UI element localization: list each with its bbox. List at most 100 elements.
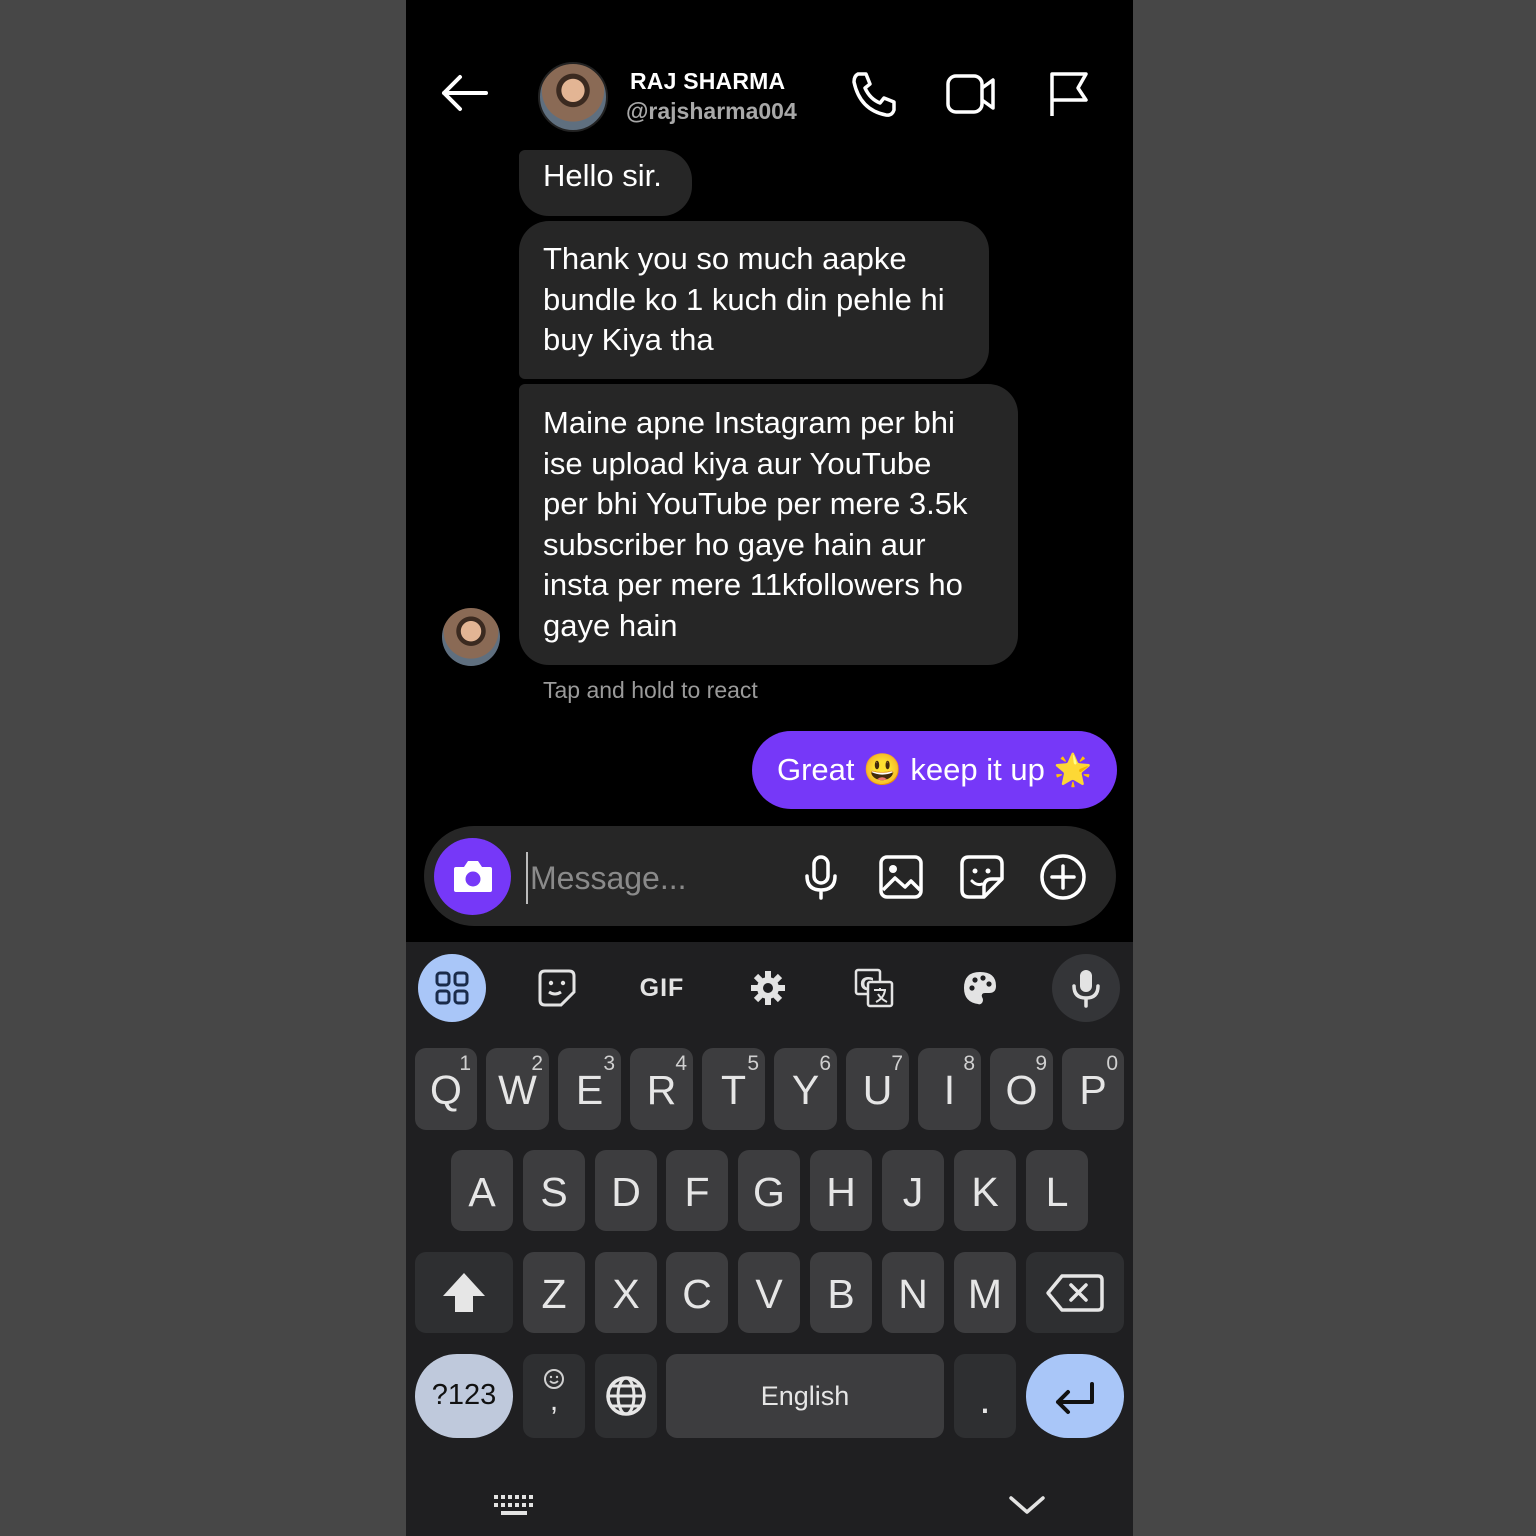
sticker-icon[interactable] — [957, 852, 1007, 902]
period-key[interactable]: . — [954, 1354, 1016, 1438]
video-camera-icon[interactable] — [943, 66, 999, 122]
key-r[interactable]: R4 — [630, 1048, 693, 1130]
globe-icon — [606, 1376, 646, 1416]
camera-button[interactable] — [434, 838, 511, 915]
key-letter: C — [682, 1271, 712, 1317]
key-letter: K — [971, 1169, 999, 1215]
key-u[interactable]: U7 — [846, 1048, 909, 1130]
key-p[interactable]: P0 — [1062, 1048, 1124, 1130]
keyboard: GIF G Q1 W2 E3 R4 T5 Y6 U7 I8 O9 P0 A S … — [406, 942, 1133, 1536]
key-n[interactable]: N — [882, 1252, 944, 1333]
key-letter: Z — [541, 1271, 567, 1317]
key-g[interactable]: G — [738, 1150, 800, 1231]
smiley-emoji: 😃 — [863, 752, 902, 787]
key-w[interactable]: W2 — [486, 1048, 549, 1130]
message-line: gaye hain — [543, 607, 678, 643]
voice-input-icon[interactable] — [1052, 954, 1120, 1022]
enter-arrow-icon — [1056, 1382, 1094, 1414]
settings-gear-icon[interactable] — [734, 954, 802, 1022]
enter-key[interactable] — [1026, 1354, 1124, 1438]
key-letter: G — [753, 1169, 785, 1215]
key-t[interactable]: T5 — [702, 1048, 765, 1130]
react-hint: Tap and hold to react — [543, 677, 758, 703]
key-k[interactable]: K — [954, 1150, 1016, 1231]
key-q[interactable]: Q1 — [415, 1048, 477, 1130]
key-v[interactable]: V — [738, 1252, 800, 1333]
key-e[interactable]: E3 — [558, 1048, 621, 1130]
comma-emoji-key[interactable]: , — [523, 1354, 585, 1438]
camera-icon — [454, 861, 492, 892]
message-line: Maine apne Instagram per bhi — [543, 405, 955, 440]
plus-circle-icon[interactable] — [1038, 852, 1088, 902]
key-number-hint: 5 — [747, 1052, 759, 1075]
emoji-sticker-icon[interactable] — [523, 954, 591, 1022]
shift-key[interactable] — [415, 1252, 513, 1333]
sent-text: Great — [777, 752, 855, 787]
message-line: insta per mere 11kfollowers ho — [543, 567, 963, 602]
key-number-hint: 9 — [1035, 1052, 1047, 1075]
key-j[interactable]: J — [882, 1150, 944, 1231]
gallery-icon[interactable] — [876, 852, 926, 902]
key-letter: B — [827, 1271, 855, 1317]
apps-grid-icon[interactable] — [418, 954, 486, 1022]
key-f[interactable]: F — [666, 1150, 728, 1231]
keyboard-switch-icon[interactable] — [492, 1492, 536, 1520]
key-c[interactable]: C — [666, 1252, 728, 1333]
backspace-key[interactable] — [1026, 1252, 1124, 1333]
back-arrow-icon[interactable] — [436, 70, 492, 116]
key-l[interactable]: L — [1026, 1150, 1088, 1231]
microphone-icon[interactable] — [796, 852, 846, 902]
contact-avatar[interactable] — [538, 62, 608, 132]
key-letter: X — [612, 1271, 640, 1317]
key-o[interactable]: O9 — [990, 1048, 1053, 1130]
gif-button[interactable]: GIF — [628, 954, 696, 1022]
key-letter: A — [468, 1169, 496, 1215]
phone-icon[interactable] — [846, 66, 902, 122]
theme-palette-icon[interactable] — [946, 954, 1014, 1022]
key-number-hint: 1 — [459, 1052, 471, 1075]
key-a[interactable]: A — [451, 1150, 513, 1231]
period-label: . — [979, 1376, 991, 1422]
key-letter: S — [540, 1169, 568, 1215]
symbols-label: ?123 — [431, 1379, 497, 1411]
keyboard-bottom-bar — [406, 1470, 1133, 1536]
hide-keyboard-chevron-icon[interactable] — [1006, 1490, 1048, 1520]
key-s[interactable]: S — [523, 1150, 585, 1231]
message-input[interactable] — [526, 852, 782, 904]
key-x[interactable]: X — [595, 1252, 657, 1333]
flag-icon[interactable] — [1040, 66, 1096, 122]
key-letter: M — [967, 1271, 1003, 1317]
sender-avatar[interactable] — [442, 608, 500, 666]
key-y[interactable]: Y6 — [774, 1048, 837, 1130]
key-number-hint: 2 — [531, 1052, 543, 1075]
sent-message[interactable]: Great 😃 keep it up 🌟 — [752, 731, 1117, 809]
language-globe-key[interactable] — [595, 1354, 657, 1438]
symbols-key[interactable]: ?123 — [415, 1354, 513, 1438]
key-d[interactable]: D — [595, 1150, 657, 1231]
key-i[interactable]: I8 — [918, 1048, 981, 1130]
contact-name[interactable]: RAJ SHARMA — [630, 68, 785, 95]
key-letter: L — [1045, 1169, 1069, 1215]
key-b[interactable]: B — [810, 1252, 872, 1333]
sent-text: keep it up — [910, 752, 1045, 787]
message-line: Thank you so much aapke — [543, 241, 907, 276]
key-letter: F — [684, 1169, 710, 1215]
message-line: ise upload kiya aur YouTube — [543, 445, 932, 481]
received-message[interactable]: Hello sir. — [519, 150, 692, 216]
contact-handle[interactable]: @rajsharma004 — [626, 98, 797, 125]
phone-screen: RAJ SHARMA @rajsharma004 Hello sir. Than… — [406, 0, 1133, 1536]
received-message[interactable]: Maine apne Instagram per bhi ise upload … — [519, 384, 1018, 665]
key-h[interactable]: H — [810, 1150, 872, 1231]
gif-label: GIF — [639, 973, 685, 1002]
key-letter: D — [611, 1169, 641, 1215]
space-bar[interactable]: English — [666, 1354, 944, 1438]
comma-label: , — [549, 1384, 559, 1417]
key-number-hint: 8 — [963, 1052, 975, 1075]
message-line: per bhi YouTube per mere 3.5k — [543, 486, 968, 521]
key-m[interactable]: M — [954, 1252, 1016, 1333]
key-z[interactable]: Z — [523, 1252, 585, 1333]
message-composer — [424, 826, 1116, 926]
key-letter: N — [898, 1271, 928, 1317]
translate-icon[interactable]: G — [840, 954, 908, 1022]
received-message[interactable]: Thank you so much aapke bundle ko 1 kuch… — [519, 221, 989, 379]
